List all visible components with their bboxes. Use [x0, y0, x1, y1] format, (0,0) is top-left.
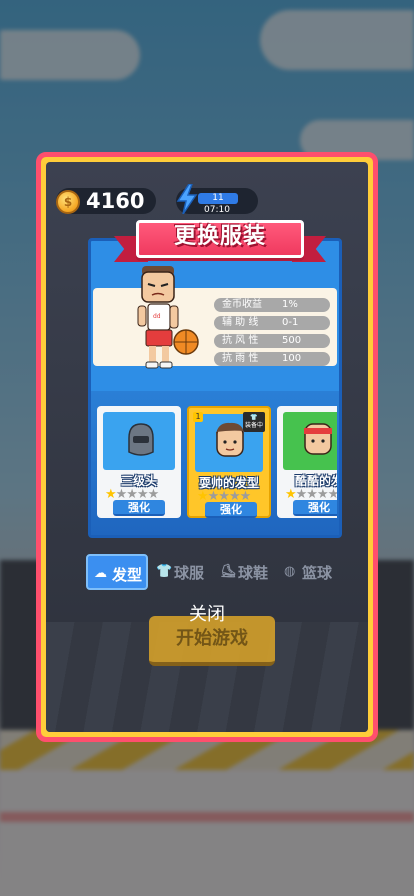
stat-label: 金币收益	[222, 299, 262, 310]
stat-label: 抗 雨 性	[222, 353, 259, 364]
dialog-title: 更换服装	[173, 224, 266, 249]
tab-basketball[interactable]: ◍ 篮球	[278, 554, 340, 590]
lightning-icon	[176, 184, 198, 214]
upgrade-button[interactable]: 强化	[293, 500, 337, 516]
stat-value: 0-1	[282, 317, 299, 328]
stat-row: 抗 雨 性 100	[214, 352, 330, 366]
basketball-player-avatar: dd	[137, 266, 199, 369]
helmet-icon	[128, 423, 154, 456]
hair-icon: ☁	[94, 566, 107, 581]
item-card-selected[interactable]: 1 👕 装备中 耍帅的发型 ★★★★★ 强化	[187, 406, 271, 518]
stat-row: 金币收益 1%	[214, 298, 330, 312]
close-button[interactable]: 关闭	[46, 600, 368, 626]
tab-jersey[interactable]: 👕 球服	[150, 554, 212, 590]
costume-dialog: $ 4160 11 07:10 更换服装 dd 金币收益 1% 辅 助 线 0-…	[36, 152, 378, 742]
stat-row: 辅 助 线 0-1	[214, 316, 330, 330]
title-ribbon: 更换服装	[114, 214, 326, 266]
coin-icon: $	[56, 190, 80, 214]
item-carousel[interactable]: 三级头 ★★★★★ 强化 1 👕 装备中 耍帅的发型 ★★★★★ 强化 酷酷的发…	[93, 394, 337, 532]
stat-value: 500	[282, 335, 302, 346]
stat-label: 抗 风 性	[222, 335, 259, 346]
dialog-body: $ 4160 11 07:10 更换服装 dd 金币收益 1% 辅 助 线 0-…	[46, 162, 368, 732]
item-card[interactable]: 酷酷的发 ★★★★★ 强化	[277, 406, 337, 518]
stat-value: 1%	[282, 299, 298, 310]
shirt-icon: 👕	[156, 564, 173, 579]
item-card[interactable]: 三级头 ★★★★★ 强化	[97, 406, 181, 518]
tab-shoes[interactable]: ⛸ 球鞋	[214, 554, 276, 590]
shoe-icon: ⛸	[220, 564, 237, 579]
energy-count: 11	[198, 193, 238, 204]
svg-text:dd: dd	[153, 313, 161, 320]
stat-value: 100	[282, 353, 302, 364]
coin-value: 4160	[86, 189, 145, 213]
headband-icon	[304, 423, 332, 455]
item-count-badge: 1	[193, 412, 203, 422]
stat-label: 辅 助 线	[222, 317, 259, 328]
basketball-icon: ◍	[284, 564, 296, 579]
tab-hairstyle[interactable]: ☁ 发型	[86, 554, 148, 590]
category-tabs: ☁ 发型 👕 球服 ⛸ 球鞋 ◍ 篮球	[86, 554, 346, 590]
stat-row: 抗 风 性 500	[214, 334, 330, 348]
hairstyle-icon	[216, 422, 244, 457]
upgrade-button[interactable]: 强化	[113, 500, 165, 516]
upgrade-button[interactable]: 强化	[205, 502, 257, 518]
